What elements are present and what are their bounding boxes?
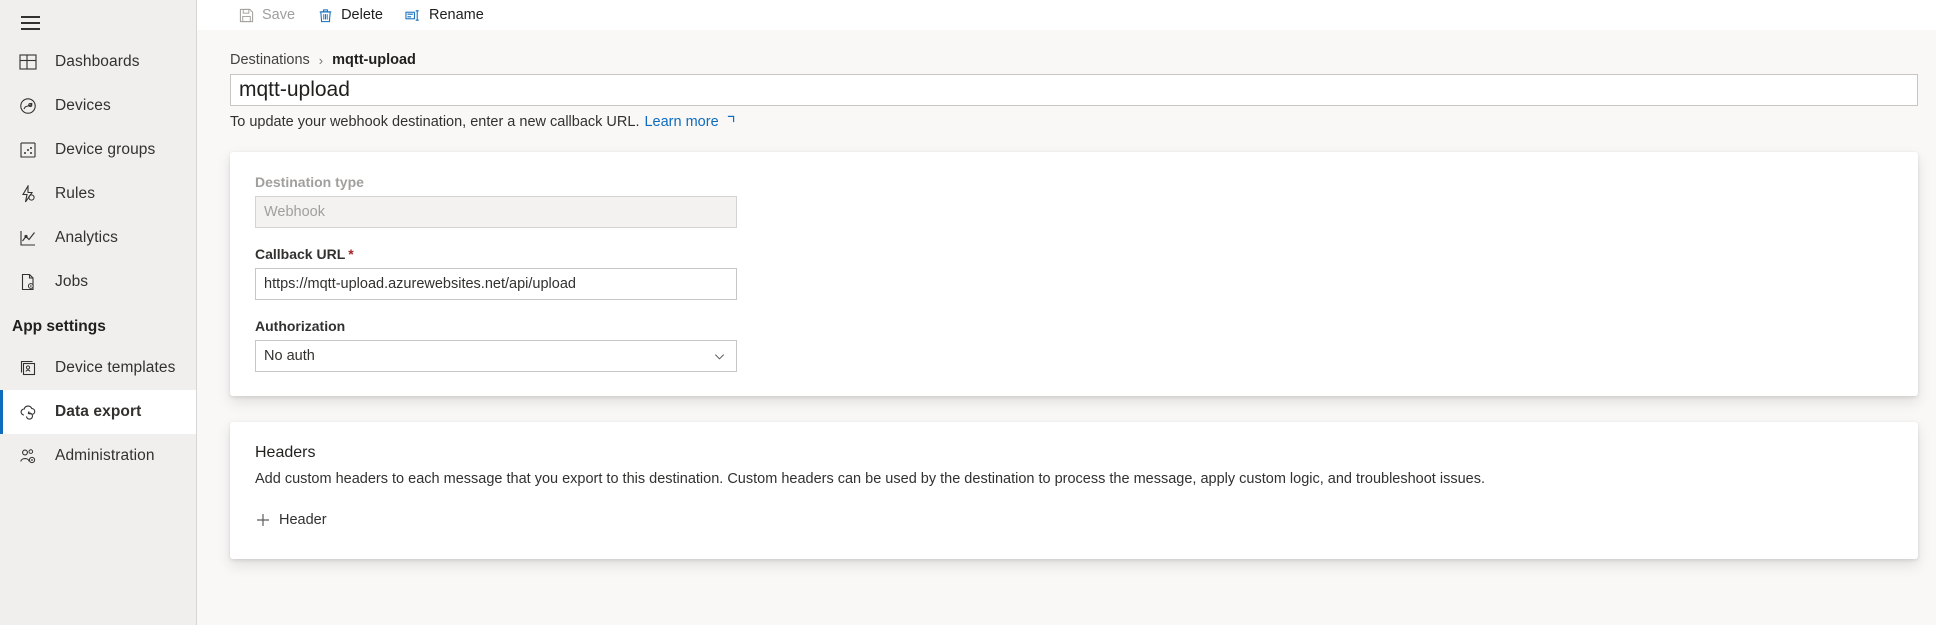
authorization-value: No auth: [264, 348, 315, 364]
learn-more-link[interactable]: Learn more: [644, 114, 718, 130]
sidebar-item-label: Data export: [55, 403, 142, 420]
destination-form-card: Destination type Webhook Callback URL * h…: [230, 152, 1918, 396]
hamburger-icon[interactable]: [6, 6, 54, 40]
sidebar-item-label: Administration: [55, 447, 155, 464]
sidebar-section-app-settings: App settings: [12, 318, 106, 335]
sidebar-item-label: Devices: [55, 97, 111, 114]
devices-icon: [17, 95, 39, 117]
hamburger-bar: [20, 16, 40, 18]
headers-card: Headers Add custom headers to each messa…: [230, 422, 1918, 559]
headers-title: Headers: [255, 444, 316, 461]
sidebar-item-device-templates[interactable]: Device templates: [0, 346, 196, 390]
breadcrumb-current: mqtt-upload: [332, 52, 416, 68]
save-button[interactable]: Save: [227, 0, 306, 30]
device-groups-icon: [17, 139, 39, 161]
breadcrumb-parent[interactable]: Destinations: [230, 52, 310, 68]
sidebar-item-label: Dashboards: [55, 53, 140, 70]
analytics-icon: [17, 227, 39, 249]
device-templates-icon: [17, 357, 39, 379]
content-pane: Destinations › mqtt-upload mqtt-upload T…: [197, 30, 1936, 625]
required-marker: *: [348, 246, 354, 262]
sidebar-item-dashboards[interactable]: Dashboards: [0, 40, 196, 84]
sidebar-item-jobs[interactable]: Jobs: [0, 260, 196, 304]
destination-name-input[interactable]: mqtt-upload: [230, 74, 1918, 106]
app-root: Dashboards Devices Device groups Rules A: [0, 0, 1936, 625]
dashboards-icon: [17, 51, 39, 73]
external-link-icon: [724, 115, 735, 126]
data-export-icon: [17, 401, 39, 423]
sidebar-item-devices[interactable]: Devices: [0, 84, 196, 128]
delete-label: Delete: [341, 7, 383, 23]
sidebar-item-rules[interactable]: Rules: [0, 172, 196, 216]
delete-button[interactable]: Delete: [306, 0, 394, 30]
callback-url-input[interactable]: https://mqtt-upload.azurewebsites.net/ap…: [255, 268, 737, 300]
trash-icon: [317, 7, 333, 23]
destination-type-label: Destination type: [255, 174, 364, 190]
callback-url-label: Callback URL *: [255, 246, 1918, 262]
sidebar-item-label: Device templates: [55, 359, 176, 376]
sidebar: Dashboards Devices Device groups Rules A: [0, 0, 197, 625]
page-description: To update your webhook destination, ente…: [197, 106, 1936, 130]
sidebar-item-device-groups[interactable]: Device groups: [0, 128, 196, 172]
field-destination-type: Destination type Webhook: [255, 174, 1918, 228]
breadcrumb-separator: ›: [318, 52, 324, 68]
add-header-label: Header: [279, 511, 327, 528]
field-callback-url: Callback URL * https://mqtt-upload.azurew…: [255, 246, 1918, 300]
main-area: Save Delete Rename Destinations › mqtt-u…: [197, 0, 1936, 625]
jobs-icon: [17, 271, 39, 293]
sidebar-item-label: Device groups: [55, 141, 156, 158]
authorization-select[interactable]: No auth: [255, 340, 737, 372]
sidebar-item-label: Analytics: [55, 229, 118, 246]
sidebar-item-analytics[interactable]: Analytics: [0, 216, 196, 260]
chevron-down-icon: [713, 350, 726, 363]
sidebar-item-data-export[interactable]: Data export: [0, 390, 196, 434]
sidebar-item-administration[interactable]: Administration: [0, 434, 196, 478]
title-input-wrap: mqtt-upload: [197, 74, 1936, 106]
destination-type-input: Webhook: [255, 196, 737, 228]
field-authorization: Authorization No auth: [255, 318, 1918, 372]
authorization-label: Authorization: [255, 318, 346, 334]
add-header-button[interactable]: Header: [255, 512, 327, 528]
plus-icon: [255, 512, 271, 528]
sidebar-item-label: Jobs: [55, 273, 89, 290]
command-bar: Save Delete Rename: [197, 0, 1936, 30]
sidebar-item-label: Rules: [55, 185, 96, 202]
administration-icon: [17, 445, 39, 467]
rename-button[interactable]: Rename: [394, 0, 495, 30]
callback-url-label-text: Callback URL: [255, 246, 346, 262]
hamburger-bar: [20, 28, 40, 30]
rename-icon: [405, 7, 421, 23]
save-icon: [238, 7, 254, 23]
breadcrumb: Destinations › mqtt-upload: [197, 30, 1936, 74]
page-description-text: To update your webhook destination, ente…: [230, 114, 640, 130]
rules-icon: [17, 183, 39, 205]
headers-description: Add custom headers to each message that …: [255, 471, 1485, 487]
save-label: Save: [262, 7, 296, 23]
hamburger-bar: [20, 22, 40, 24]
rename-label: Rename: [428, 7, 484, 23]
